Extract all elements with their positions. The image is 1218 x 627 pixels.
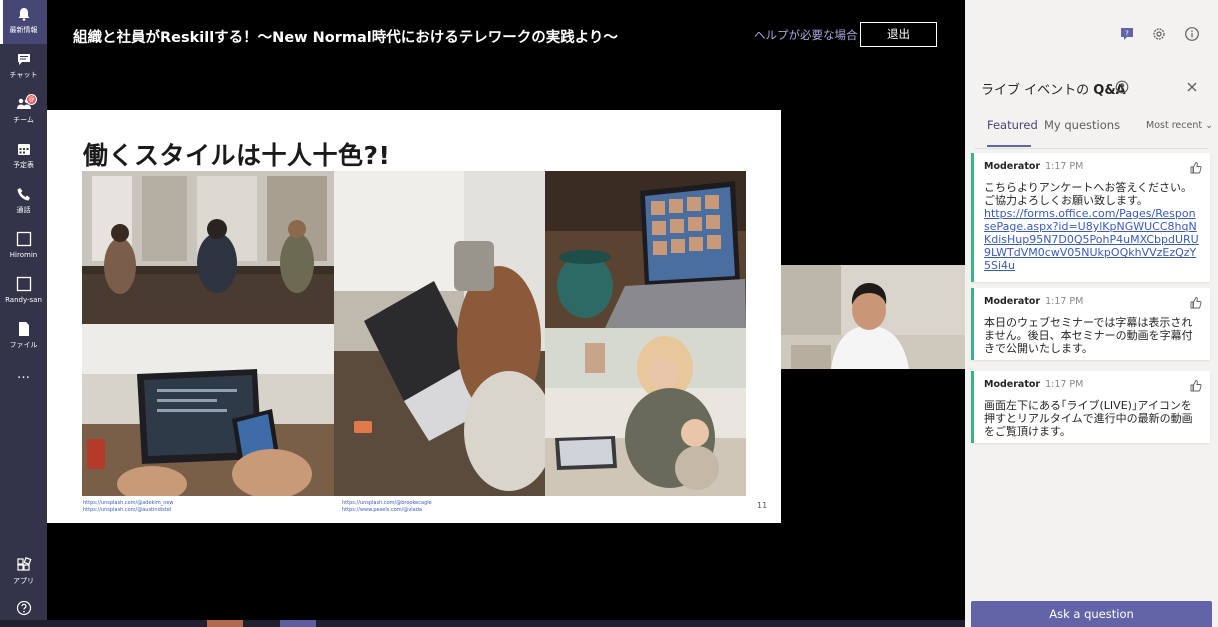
slide-photo-phone-laptop (82, 324, 334, 496)
apps-icon (16, 557, 31, 571)
card-header: Moderator 1:17 PM (984, 161, 1084, 172)
close-icon[interactable] (1185, 80, 1199, 94)
rail-item-apps[interactable]: アプリ (0, 551, 47, 595)
like-icon[interactable] (1189, 379, 1202, 392)
bell-icon (18, 8, 29, 21)
sort-dropdown[interactable]: Most recent ⌄ (1146, 120, 1213, 131)
rail-item-calendar[interactable]: 予定表 (0, 135, 47, 179)
card-header: Moderator 1:17 PM (984, 296, 1084, 307)
app-rail: 最新情報 チャット @ チーム 予定表 通話 Hiromin Randy-san… (0, 0, 47, 627)
calendar-icon (17, 144, 30, 155)
tab-featured[interactable]: Featured (987, 118, 1038, 132)
rail-item-calls[interactable]: 通話 (0, 180, 47, 224)
app-tile-icon (16, 231, 31, 247)
card-text: 画面左下にある｢ライブ(LIVE)｣アイコンを押すとリアルタイムで進行中の最新の… (984, 399, 1193, 438)
speaker-video (781, 265, 965, 369)
slide-photo-cafe (82, 171, 334, 324)
card-header: Moderator 1:17 PM (984, 379, 1084, 390)
rail-item-teams[interactable]: @ チーム (0, 90, 47, 134)
phone-icon (17, 188, 30, 201)
rail-item-label: アプリ (13, 577, 34, 585)
slide-credit-right-1: https://unsplash.com/@brookecagle (342, 500, 432, 506)
slide-credit-left-2: https://unsplash.com/@austindistel (83, 507, 172, 513)
card-text: 本日のウェブセミナーでは字幕は表示されません。後日、本セミナーの動画を字幕付きで… (984, 316, 1193, 355)
taskbar-segment (207, 620, 243, 627)
rail-item-label: 最新情報 (9, 26, 38, 34)
rail-item-label: 通話 (16, 206, 31, 214)
rail-item-label: Hiromin (9, 251, 38, 259)
app-tile-icon (16, 276, 31, 292)
slide-photo-laptop-woman (334, 171, 545, 496)
rail-item-label: 予定表 (13, 161, 34, 169)
info-icon[interactable] (1184, 26, 1200, 42)
divider (975, 148, 1208, 149)
slide-credit-left-1: https://unsplash.com/@adekim_new (83, 500, 174, 506)
tab-underline (987, 145, 1031, 147)
more-icon: … (17, 368, 30, 382)
rail-item-hiromin[interactable]: Hiromin (0, 225, 47, 269)
mention-badge: @ (26, 94, 37, 105)
file-icon (18, 322, 29, 336)
qa-pane: ? ライブ イベントの Q&A Featured My questions Mo… (965, 0, 1218, 627)
like-icon[interactable] (1189, 296, 1202, 309)
rail-item-activity[interactable]: 最新情報 (0, 0, 47, 44)
taskbar-segment (280, 620, 316, 627)
presentation-slide: 働くスタイルは十人十色?! https://unsplash.com/@adek… (47, 110, 781, 523)
survey-link[interactable]: https://forms.office.com/Pages/ResponseP… (984, 207, 1200, 272)
rail-item-label: チーム (13, 116, 34, 124)
rail-item-randy-san[interactable]: Randy-san (0, 270, 47, 314)
svg-text:?: ? (1125, 30, 1129, 38)
rail-item-label: チャット (9, 71, 38, 79)
qa-chat-icon[interactable]: ? (1119, 26, 1135, 42)
ask-question-button[interactable]: Ask a question (971, 601, 1212, 627)
slide-page-number: 11 (757, 501, 768, 510)
slide-credit-right-2: https://www.pexels.com/@vlada (342, 507, 422, 513)
qa-card: Moderator 1:17 PM こちらよりアンケートへお答えください。ご協力よ… (971, 153, 1210, 282)
tab-my-questions[interactable]: My questions (1044, 118, 1120, 132)
taskbar-strip (0, 620, 965, 627)
leave-button[interactable]: 退出 (860, 22, 937, 47)
rail-item-more[interactable]: … (0, 362, 47, 406)
qa-title: ライブ イベントの Q&A (981, 83, 1126, 98)
event-title: 組織と社員がReskillする！〜New Normal時代におけるテレワークの実… (73, 30, 618, 46)
slide-photo-mother-baby (545, 328, 746, 496)
like-icon[interactable] (1189, 161, 1202, 174)
slide-title: 働くスタイルは十人十色?! (83, 141, 391, 170)
chat-icon (17, 54, 30, 65)
rail-item-label: Randy-san (5, 296, 42, 304)
help-circle-icon[interactable] (1115, 80, 1129, 94)
gear-icon[interactable] (1151, 26, 1167, 42)
qa-card: Moderator 1:17 PM 画面左下にある｢ライブ(LIVE)｣アイコンを… (971, 371, 1210, 443)
card-text: こちらよりアンケートへお答えください。ご協力よろしくお願い致します。 https:… (984, 181, 1200, 272)
event-stage: 組織と社員がReskillする！〜New Normal時代におけるテレワークの実… (47, 0, 965, 620)
rail-item-label: ファイル (9, 341, 38, 349)
rail-item-files[interactable]: ファイル (0, 315, 47, 359)
help-link[interactable]: ヘルプが必要な場合 (754, 27, 858, 43)
qa-card: Moderator 1:17 PM 本日のウェブセミナーでは字幕は表示されません。… (971, 288, 1210, 360)
help-icon (16, 600, 31, 616)
slide-photo-video-call (545, 171, 746, 328)
rail-item-chat[interactable]: チャット (0, 45, 47, 89)
